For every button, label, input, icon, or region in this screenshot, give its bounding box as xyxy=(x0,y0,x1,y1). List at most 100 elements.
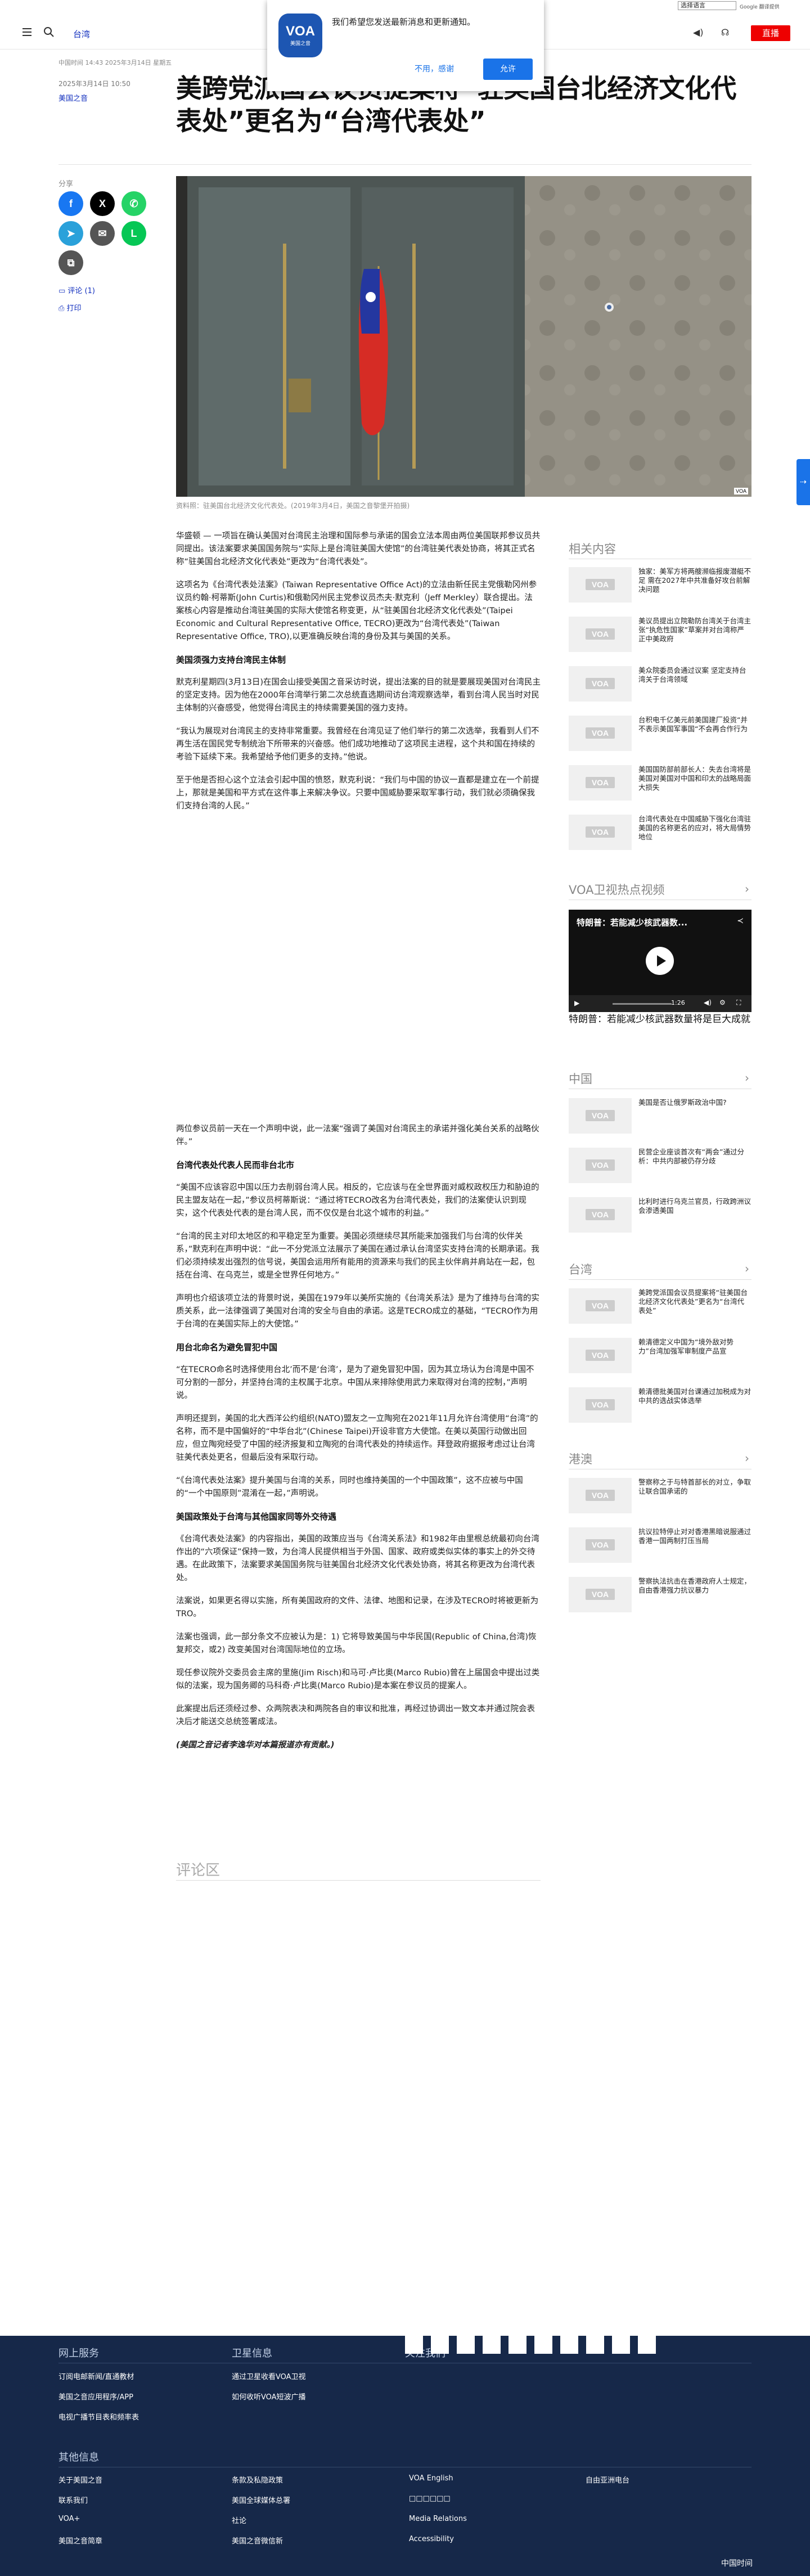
play-icon[interactable]: ▶ xyxy=(574,999,579,1007)
china-item[interactable]: VOA 民营企业座谈首次有“两会”通过分析：中共内部被仍存分歧 xyxy=(569,1148,752,1184)
comments-link[interactable]: ▭ 评论 (1) xyxy=(58,285,95,295)
chevron-right-icon[interactable]: › xyxy=(745,1262,749,1275)
fullscreen-icon[interactable]: ⛶ xyxy=(736,999,741,1007)
taiwan-item-title[interactable]: 赖清德定义中国为“境外敌对势力”台湾加强军审制度产品宣 xyxy=(638,1338,751,1356)
paragraph: 声明也介绍该项立法的背景时说，美国在1979年以美所实施的《台湾关系法》是为了维… xyxy=(176,1294,539,1329)
email-share-icon[interactable]: ✉ xyxy=(90,221,115,246)
whatsapp-icon[interactable]: ✆ xyxy=(508,2336,526,2354)
volume-icon[interactable]: ◀) xyxy=(704,999,712,1006)
footer-link[interactable]: Accessibility xyxy=(409,2535,454,2543)
footer-link[interactable]: □□□□□□ xyxy=(409,2494,451,2503)
copy-link-icon[interactable]: ⧉ xyxy=(58,250,83,275)
taiwan-item-title[interactable]: 美跨党派国会议员提案将“驻美国台北经济文化代表处”更名为“台湾代表处” xyxy=(638,1288,751,1315)
x-share-icon[interactable]: X xyxy=(90,191,115,216)
related-item[interactable]: VOA 台积电千亿美元前美国建厂投资“并不表示美国军事国“不会再合作行为 xyxy=(569,716,752,752)
china-item[interactable]: VOA 比利时进行乌克兰官员，行政跨洲议会渗透美国 xyxy=(569,1197,752,1233)
related-item[interactable]: VOA 美众院委员会通过议案 坚定支持台湾关于台湾领域 xyxy=(569,666,752,702)
whatsapp-share-icon[interactable]: ✆ xyxy=(122,191,146,216)
x-icon[interactable]: X xyxy=(431,2336,449,2354)
footer-link[interactable]: 自由亚洲电台 xyxy=(586,2474,629,2485)
podcast-icon[interactable]: ◉ xyxy=(612,2336,630,2354)
footer-link[interactable]: 关于美国之音 xyxy=(58,2474,102,2485)
hk-item[interactable]: VOA 警察执法抗击在香港政府人士规定，自由香港强力抗议暴力 xyxy=(569,1577,752,1613)
progress-bar[interactable] xyxy=(613,1003,672,1005)
taiwan-item[interactable]: VOA 赖清德定义中国为“境外敌对势力”台湾加强军审制度产品宣 xyxy=(569,1338,752,1374)
instagram-icon[interactable]: ◎ xyxy=(534,2336,552,2354)
chevron-right-icon[interactable]: › xyxy=(745,1071,749,1085)
footer-link[interactable]: Media Relations xyxy=(409,2515,467,2523)
footer-link[interactable]: VOA English xyxy=(409,2474,453,2483)
hk-item-title[interactable]: 抗议拉特停止对对香港黑暗说服通过香港一国两制打压当局 xyxy=(638,1527,751,1545)
author-link[interactable]: 美国之音 xyxy=(58,92,88,103)
china-section-title[interactable]: 中国 xyxy=(569,1072,592,1086)
related-item-title[interactable]: 台积电千亿美元前美国建厂投资“并不表示美国军事国“不会再合作行为 xyxy=(638,716,751,734)
section-link[interactable]: 台湾 xyxy=(73,28,90,40)
footer-link[interactable]: 条款及私隐政策 xyxy=(232,2474,283,2485)
footer-link[interactable]: 订阅电邮新闻/直通教材 xyxy=(58,2371,134,2381)
chevron-right-icon[interactable]: › xyxy=(745,1451,749,1465)
hk-item[interactable]: VOA 警察称之于与特首部长的对立，争取让联合国承诺的 xyxy=(569,1478,752,1514)
footer-link[interactable]: VOA+ xyxy=(58,2515,80,2523)
hk-item[interactable]: VOA 抗议拉特停止对对香港黑暗说服通过香港一国两制打压当局 xyxy=(569,1527,752,1563)
video-caption[interactable]: 特朗普：若能减少核武器数量将是巨大成就 xyxy=(569,1013,752,1026)
related-item-title[interactable]: 美众院委员会通过议案 坚定支持台湾关于台湾领域 xyxy=(638,666,751,684)
video-player[interactable]: 特朗普：若能减少核武器数... ≺ ▶ 1:26 ◀) ⚙ ⛶ xyxy=(569,910,752,1012)
allow-button[interactable]: 允许 xyxy=(483,59,533,80)
thumb-logo: VOA xyxy=(586,1300,615,1311)
related-item[interactable]: VOA 美议员提出立院勒防台湾关于台湾主张“执危性国家”草案并对台湾称严正中美政府 xyxy=(569,617,752,653)
email-icon[interactable]: ✉ xyxy=(638,2336,656,2354)
feedback-tab[interactable]: ⇢ xyxy=(796,459,810,505)
footer-link[interactable]: 电视广播节目表和频率表 xyxy=(58,2411,139,2422)
hk-item-title[interactable]: 警察执法抗击在香港政府人士规定，自由香港强力抗议暴力 xyxy=(638,1577,751,1595)
live-button[interactable]: 直播 xyxy=(751,25,790,41)
print-link[interactable]: ⎙ 打印 xyxy=(58,302,82,313)
related-item-title[interactable]: 独家：美军方将两艘濒临报废潜艇不足 需在2027年中共准备好攻台前解决问题 xyxy=(638,567,751,594)
china-item-title[interactable]: 美国是否让俄罗斯政治中国? xyxy=(638,1098,751,1107)
section-heading: 美国政策处于台湾与其他国家同等外交待遇 xyxy=(176,1512,337,1522)
publish-date: 2025年3月14日 10:50 xyxy=(58,80,130,88)
footer-link[interactable]: 如何收听VOA短波广播 xyxy=(232,2391,306,2402)
related-item-title[interactable]: 美议员提出立院勒防台湾关于台湾主张“执危性国家”草案并对台湾称严正中美政府 xyxy=(638,617,751,644)
facebook-icon[interactable]: f xyxy=(405,2336,423,2354)
deny-button[interactable]: 不用，感谢 xyxy=(415,63,454,74)
rss-icon[interactable]: ☞ xyxy=(586,2336,604,2354)
linkedin-icon[interactable]: in xyxy=(483,2336,501,2354)
line-share-icon[interactable]: L xyxy=(122,221,146,246)
footer-link[interactable]: 美国之音应用程序/APP xyxy=(58,2391,133,2402)
related-item-title[interactable]: 台湾代表处在中国威胁下强化台湾驻美国的名称更名的应对，将大局情势地位 xyxy=(638,815,751,842)
hk-section-title[interactable]: 港澳 xyxy=(569,1453,592,1466)
related-item[interactable]: VOA 美国国防部前部长人：失去台湾将是美国对美国对中国和印太的战略局面大损失 xyxy=(569,765,752,801)
news-icon[interactable]: ▣ xyxy=(560,2336,578,2354)
taiwan-section-title[interactable]: 台湾 xyxy=(569,1263,592,1276)
footer-link[interactable]: 美国全球媒体总署 xyxy=(232,2494,290,2505)
footer-link[interactable]: 通过卫星收看VOA卫视 xyxy=(232,2371,306,2381)
footer-link[interactable]: 美国之音简章 xyxy=(58,2535,102,2546)
youtube-icon[interactable]: ▶ xyxy=(457,2336,475,2354)
chevron-right-icon[interactable]: › xyxy=(745,882,749,896)
hk-item-title[interactable]: 警察称之于与特首部长的对立，争取让联合国承诺的 xyxy=(638,1478,751,1496)
footer-link[interactable]: 美国之音微信新 xyxy=(232,2535,283,2546)
china-item-title[interactable]: 比利时进行乌克兰官员，行政跨洲议会渗透美国 xyxy=(638,1197,751,1215)
language-select[interactable]: 选择语言 xyxy=(678,1,736,10)
taiwan-item[interactable]: VOA 赖清德批美国对台课通过加税成为对中共的选战实体选举 xyxy=(569,1387,752,1423)
china-item-title[interactable]: 民营企业座谈首次有“两会”通过分析：中共内部被仍存分歧 xyxy=(638,1148,751,1166)
taiwan-item[interactable]: VOA 美跨党派国会议员提案将“驻美国台北经济文化代表处”更名为“台湾代表处” xyxy=(569,1288,752,1324)
related-item-title[interactable]: 美国国防部前部长人：失去台湾将是美国对美国对中国和印太的战略局面大损失 xyxy=(638,765,751,792)
play-button[interactable] xyxy=(646,947,674,975)
related-item[interactable]: VOA 台湾代表处在中国威胁下强化台湾驻美国的名称更名的应对，将大局情势地位 xyxy=(569,815,752,851)
telegram-share-icon[interactable]: ➤ xyxy=(58,221,83,246)
footer-link[interactable]: 社论 xyxy=(232,2515,246,2525)
taiwan-item-title[interactable]: 赖清德批美国对台课通过加税成为对中共的选战实体选举 xyxy=(638,1387,751,1405)
china-item[interactable]: VOA 美国是否让俄罗斯政治中国? xyxy=(569,1098,752,1134)
thumb-logo: VOA xyxy=(586,1110,615,1121)
menu-icon[interactable] xyxy=(20,26,34,39)
share-icon[interactable]: ≺ xyxy=(737,916,744,925)
headset-icon[interactable]: ☊ xyxy=(721,27,729,38)
facebook-share-icon[interactable]: f xyxy=(58,191,83,216)
footer-link[interactable]: 联系我们 xyxy=(58,2494,88,2505)
video-heading: VOA卫视热点视频 › xyxy=(569,881,752,900)
audio-icon[interactable]: ◀) xyxy=(693,27,704,38)
search-icon[interactable] xyxy=(43,26,55,38)
related-item[interactable]: VOA 独家：美军方将两艘濒临报废潜艇不足 需在2027年中共准备好攻台前解决问题 xyxy=(569,567,752,603)
settings-icon[interactable]: ⚙ xyxy=(719,999,726,1006)
